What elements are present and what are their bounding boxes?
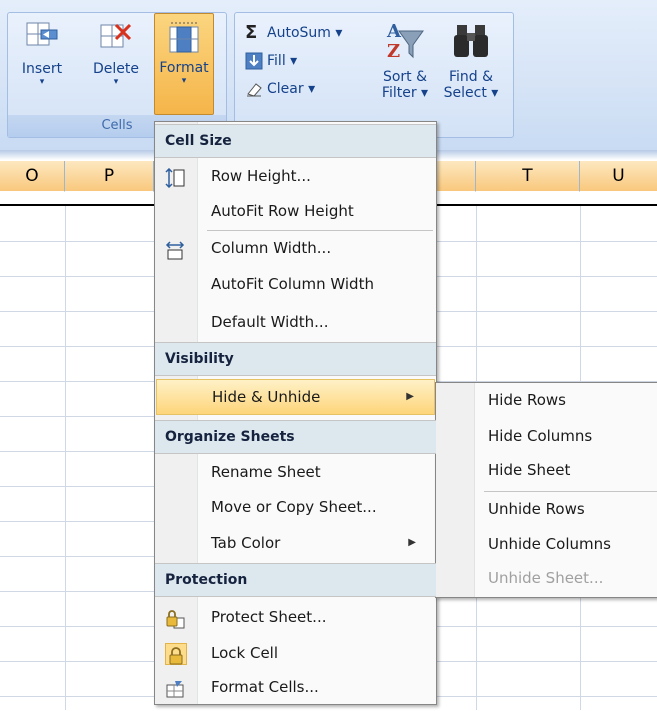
menu-item-tab-color[interactable]: Tab Color ▶: [155, 526, 436, 560]
delete-cells-icon: [99, 21, 133, 55]
column-header-p[interactable]: P: [65, 161, 154, 192]
lock-icon: [165, 643, 187, 665]
menu-item-autofit-row-height[interactable]: AutoFit Row Height: [155, 194, 436, 228]
svg-text:Z: Z: [387, 41, 400, 62]
cells-group: Insert ▾ Delete ▾ Format ▾ Cells: [7, 12, 227, 138]
insert-button[interactable]: Insert ▾: [14, 15, 70, 111]
menu-item-protect-sheet[interactable]: Protect Sheet...: [155, 600, 436, 634]
menu-item-format-cells[interactable]: Format Cells...: [155, 670, 436, 704]
submenu-arrow-icon: ▶: [408, 537, 416, 548]
grid-line: [65, 206, 66, 710]
autosum-icon: Σ: [245, 22, 258, 43]
format-cells-icon: [167, 20, 201, 54]
sort-filter-icon: A Z: [385, 19, 425, 63]
column-width-icon: [165, 238, 185, 260]
fill-icon: [245, 52, 263, 70]
fill-label: Fill ▾: [267, 53, 298, 69]
autosum-button[interactable]: Σ AutoSum ▾: [245, 21, 342, 45]
format-dropdown-menu: Cell Size Row Height... AutoFit Row Heig…: [154, 121, 437, 705]
insert-cells-icon: [25, 21, 59, 55]
fill-button[interactable]: Fill ▾: [245, 49, 297, 73]
protect-sheet-label: Protect Sheet...: [211, 608, 327, 626]
sort-filter-line1: Sort &: [382, 69, 428, 85]
menu-item-hide-unhide[interactable]: Hide & Unhide ▶: [156, 379, 435, 415]
hide-unhide-submenu: Hide Rows Hide Columns Hide Sheet Unhide…: [435, 382, 657, 598]
column-width-label: Column Width...: [211, 239, 332, 257]
section-visibility: Visibility: [155, 342, 436, 376]
submenu-item-unhide-columns[interactable]: Unhide Columns: [488, 527, 611, 561]
section-cell-size: Cell Size: [155, 124, 436, 158]
submenu-arrow-icon: ▶: [406, 391, 414, 402]
lock-cell-label: Lock Cell: [211, 644, 279, 662]
row-height-label: Row Height...: [211, 167, 311, 185]
sort-filter-button[interactable]: A Z Sort & Filter ▾: [375, 19, 435, 101]
column-header-u[interactable]: U: [580, 161, 657, 192]
insert-label: Insert: [21, 61, 63, 77]
find-select-line1: Find &: [448, 69, 494, 85]
submenu-item-hide-columns[interactable]: Hide Columns: [488, 419, 592, 453]
menu-item-default-width[interactable]: Default Width...: [155, 305, 436, 339]
clear-eraser-icon: [245, 80, 263, 98]
section-organize-sheets: Organize Sheets: [155, 420, 436, 454]
chevron-down-icon: ▾: [113, 77, 119, 87]
autofit-column-label: AutoFit Column Width: [211, 275, 374, 293]
format-cells-label: Format Cells...: [211, 678, 319, 696]
chevron-down-icon: ▾: [181, 76, 187, 86]
column-header-o[interactable]: O: [0, 161, 65, 192]
format-cells-dialog-icon: [165, 677, 185, 698]
chevron-down-icon: ▾: [39, 77, 45, 87]
autofit-row-label: AutoFit Row Height: [211, 202, 354, 220]
default-width-label: Default Width...: [211, 313, 329, 331]
section-protection: Protection: [155, 563, 436, 597]
delete-label: Delete: [93, 61, 139, 77]
menu-item-row-height[interactable]: Row Height...: [155, 159, 436, 193]
menu-item-autofit-column-width[interactable]: AutoFit Column Width: [155, 267, 436, 301]
format-label: Format: [159, 60, 209, 76]
protect-sheet-icon: [165, 607, 185, 629]
clear-button[interactable]: Clear ▾: [245, 77, 315, 101]
submenu-icon-gutter: [436, 383, 475, 597]
submenu-item-hide-rows[interactable]: Hide Rows: [488, 383, 566, 417]
menu-item-move-copy-sheet[interactable]: Move or Copy Sheet...: [155, 490, 436, 524]
find-select-line2: Select ▾: [443, 85, 499, 101]
submenu-item-unhide-rows[interactable]: Unhide Rows: [488, 492, 585, 526]
clear-label: Clear ▾: [267, 81, 316, 97]
rename-sheet-label: Rename Sheet: [211, 463, 321, 481]
column-header-t[interactable]: T: [476, 161, 580, 192]
tab-color-label: Tab Color: [211, 534, 281, 552]
delete-button[interactable]: Delete ▾: [88, 15, 144, 111]
move-copy-label: Move or Copy Sheet...: [211, 498, 377, 516]
autosum-label: AutoSum ▾: [267, 25, 343, 41]
find-select-button[interactable]: Find & Select ▾: [441, 19, 501, 101]
submenu-item-unhide-sheet: Unhide Sheet...: [488, 569, 604, 587]
hide-unhide-label: Hide & Unhide: [212, 388, 321, 406]
menu-item-lock-cell[interactable]: Lock Cell: [155, 636, 436, 670]
menu-item-rename-sheet[interactable]: Rename Sheet: [155, 455, 436, 489]
sort-filter-line2: Filter ▾: [381, 85, 429, 101]
binoculars-icon: [451, 19, 491, 63]
editing-group: Σ AutoSum ▾ Fill ▾ Clear ▾ A Z Sort & Fil…: [234, 12, 514, 138]
menu-item-column-width[interactable]: Column Width...: [155, 231, 436, 265]
submenu-item-hide-sheet[interactable]: Hide Sheet: [488, 453, 570, 487]
row-height-icon: [165, 166, 185, 189]
format-button[interactable]: Format ▾: [154, 13, 214, 115]
